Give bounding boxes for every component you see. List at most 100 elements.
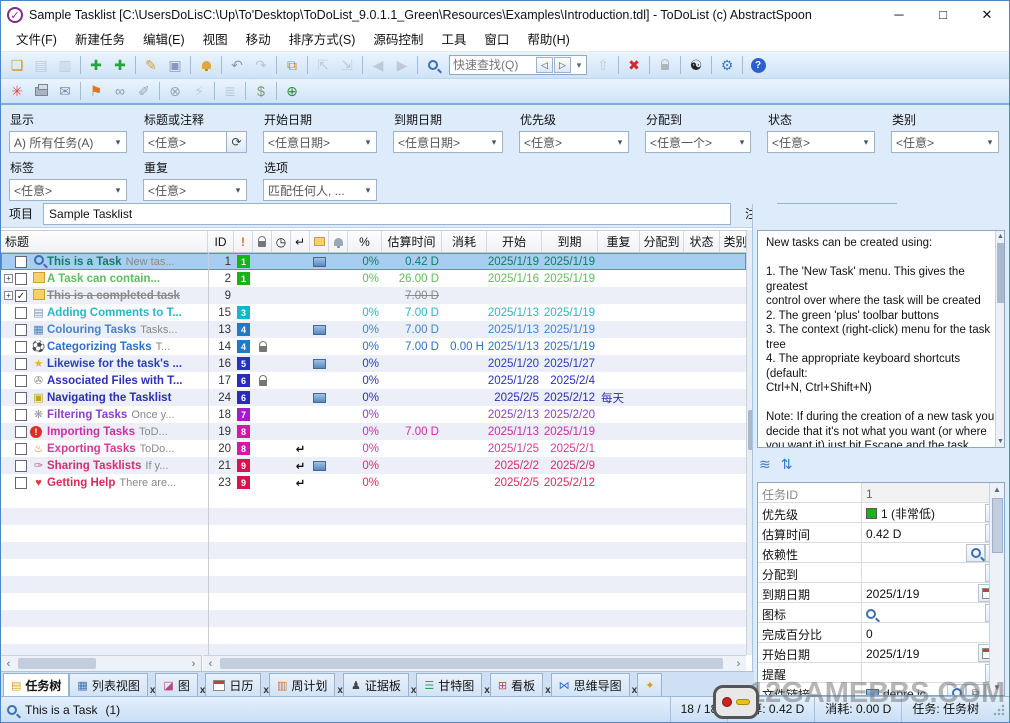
tab-chart[interactable]: ◪图 xyxy=(155,673,197,696)
task-row[interactable]: !Importing TasksToD...1980%7.00 D2025/1/… xyxy=(1,423,746,440)
task-checkbox[interactable]: ✓ xyxy=(15,290,27,302)
expand-button[interactable]: ⧉ xyxy=(966,684,985,696)
cancel-button[interactable]: ⊗ xyxy=(163,80,187,102)
column-header-id[interactable]: ID xyxy=(208,231,234,252)
paste-child-button[interactable]: ⇲ xyxy=(335,54,359,76)
scroll-up-icon[interactable]: ▲ xyxy=(996,231,1005,242)
attr-icon-value[interactable] xyxy=(862,603,985,622)
attr-start-date-value[interactable]: 2025/1/19 xyxy=(862,643,978,662)
minimize-button[interactable]: ─ xyxy=(877,1,921,29)
attr-assigned-to-value[interactable] xyxy=(862,563,985,582)
filter-tag[interactable]: <任意>▾ xyxy=(9,179,127,201)
donate-button[interactable]: $ xyxy=(249,80,273,102)
filter-assigned-to[interactable]: <任意一个>▾ xyxy=(645,131,751,153)
back-button[interactable]: ◀ xyxy=(366,54,390,76)
scroll-up-icon[interactable]: ▲ xyxy=(990,483,1004,497)
task-row[interactable]: +✓This is a completed task97.00 D xyxy=(1,287,746,304)
scroll-down-icon[interactable]: ▼ xyxy=(996,436,1005,447)
preferences-button[interactable]: ⚙ xyxy=(715,54,739,76)
task-checkbox[interactable] xyxy=(15,307,27,319)
columns-horizontal-scrollbar[interactable]: ‹ › xyxy=(203,655,746,671)
delete-task-button[interactable]: ✖ xyxy=(622,54,646,76)
menu-item-4[interactable]: 移动 xyxy=(237,29,280,52)
menu-item-6[interactable]: 源码控制 xyxy=(364,29,432,52)
task-row[interactable]: ▦Colouring TasksTasks...1340%7.00 D2025/… xyxy=(1,321,746,338)
scroll-right-icon[interactable]: › xyxy=(186,657,201,671)
new-task-button[interactable]: ✚ xyxy=(84,54,108,76)
scroll-left-icon[interactable]: ‹ xyxy=(1,657,16,671)
quick-find-prev-button[interactable]: ◁ xyxy=(536,57,553,73)
column-header-clock[interactable]: ◷ xyxy=(272,231,291,252)
filter-title-or-comment[interactable]: <任意>⟳ xyxy=(143,131,247,153)
task-checkbox[interactable] xyxy=(15,392,27,404)
print-button[interactable] xyxy=(29,80,53,102)
task-checkbox[interactable] xyxy=(15,341,27,353)
task-row[interactable]: ▤Adding Comments to T...1530%7.00 D2025/… xyxy=(1,304,746,321)
column-header-bell[interactable] xyxy=(329,231,348,252)
attr-dependency-value[interactable] xyxy=(862,543,966,562)
reminder-button[interactable] xyxy=(194,54,218,76)
resize-grip[interactable] xyxy=(993,704,1005,716)
task-checkbox[interactable] xyxy=(15,273,27,285)
column-header-pri[interactable]: ! xyxy=(234,231,253,252)
attr-percent-done-value[interactable]: 0 xyxy=(862,623,1004,642)
encrypt-button[interactable] xyxy=(653,54,677,76)
style-toggle-button[interactable]: ☯ xyxy=(684,54,708,76)
task-row[interactable]: ♥Getting HelpThere are...239↵0%2025/2/52… xyxy=(1,474,746,491)
attr-due-date-value[interactable]: 2025/1/19 xyxy=(862,583,978,602)
task-checkbox[interactable] xyxy=(15,358,27,370)
task-checkbox[interactable] xyxy=(15,324,27,336)
task-row[interactable]: ❋Filtering TasksOnce y...1870%2025/2/132… xyxy=(1,406,746,423)
task-icon-button[interactable]: ▣ xyxy=(163,54,187,76)
filter-priority[interactable]: <任意>▾ xyxy=(519,131,629,153)
save-all-button[interactable]: ▥ xyxy=(53,54,77,76)
task-row[interactable]: +A Task can contain...210%26.00 D2025/1/… xyxy=(1,270,746,287)
maximize-tasklist-button[interactable]: ⧉ xyxy=(280,54,304,76)
menu-item-2[interactable]: 编辑(E) xyxy=(134,29,194,52)
task-checkbox[interactable] xyxy=(15,426,27,438)
attributes-scrollbar[interactable]: ▲ ▼ xyxy=(989,483,1004,695)
column-header-due[interactable]: 到期 xyxy=(542,231,598,252)
column-header-start[interactable]: 开始 xyxy=(487,231,542,252)
tab-calendar[interactable]: 日历 xyxy=(205,673,261,696)
attr-reminder-value[interactable] xyxy=(862,663,985,682)
refresh-icon[interactable]: ⟳ xyxy=(226,132,246,152)
sort-attributes-button[interactable]: ⇅ xyxy=(781,456,793,473)
sort-button[interactable]: ⇧ xyxy=(591,54,615,76)
filter-category[interactable]: <任意>▾ xyxy=(891,131,999,153)
attr-estimated-time-value[interactable]: 0.42 D xyxy=(862,523,985,542)
email-button[interactable]: ✉ xyxy=(53,80,77,102)
task-row[interactable]: ⚽Categorizing TasksT...1440%7.00 D0.00 H… xyxy=(1,338,746,355)
scroll-left-icon[interactable]: ‹ xyxy=(203,657,218,671)
tab-kanban[interactable]: ⊞看板 xyxy=(490,673,543,696)
maximize-button[interactable]: □ xyxy=(921,1,965,29)
column-header-recur_text[interactable]: 重复 xyxy=(598,231,640,252)
filter-show[interactable]: A) 所有任务(A)▾ xyxy=(9,131,127,153)
cleanup-button[interactable]: ✐ xyxy=(132,80,156,102)
tree-horizontal-scrollbar[interactable]: ‹ › xyxy=(1,655,202,671)
tab-week-planner[interactable]: ▥周计划 xyxy=(269,673,335,696)
save-tasklist-button[interactable]: ▤ xyxy=(29,54,53,76)
tab-list-view[interactable]: ▦列表视图 xyxy=(69,673,147,696)
menu-item-5[interactable]: 排序方式(S) xyxy=(280,29,365,52)
forward-button[interactable]: ▶ xyxy=(390,54,414,76)
task-comments[interactable]: New tasks can be created using: 1. The '… xyxy=(757,230,1005,448)
comments-scrollbar[interactable]: ▲ ▼ xyxy=(995,231,1004,447)
task-row[interactable]: ▣Navigating the Tasklist2460%2025/2/5202… xyxy=(1,389,746,406)
filter-start-date[interactable]: <任意日期>▾ xyxy=(263,131,377,153)
filter-status[interactable]: <任意>▾ xyxy=(767,131,875,153)
quick-find-next-button[interactable]: ▷ xyxy=(554,57,571,73)
chevron-down-icon[interactable]: ▾ xyxy=(572,60,586,71)
column-header-title[interactable]: 标题 xyxy=(1,231,208,252)
flag-button[interactable]: ⚑ xyxy=(84,80,108,102)
task-row[interactable]: ★Likewise for the task's ...1650%2025/1/… xyxy=(1,355,746,372)
menu-item-1[interactable]: 新建任务 xyxy=(66,29,134,52)
column-header-file[interactable] xyxy=(310,231,329,252)
menu-item-8[interactable]: 窗口 xyxy=(475,29,518,52)
column-header-est[interactable]: 估算时间 xyxy=(382,231,442,252)
close-button[interactable]: ✕ xyxy=(965,1,1009,29)
find-tasks-button[interactable] xyxy=(421,54,445,76)
task-checkbox[interactable] xyxy=(15,256,27,268)
new-subtask-button[interactable]: ✚ xyxy=(108,54,132,76)
paste-sibling-button[interactable]: ⇱ xyxy=(311,54,335,76)
